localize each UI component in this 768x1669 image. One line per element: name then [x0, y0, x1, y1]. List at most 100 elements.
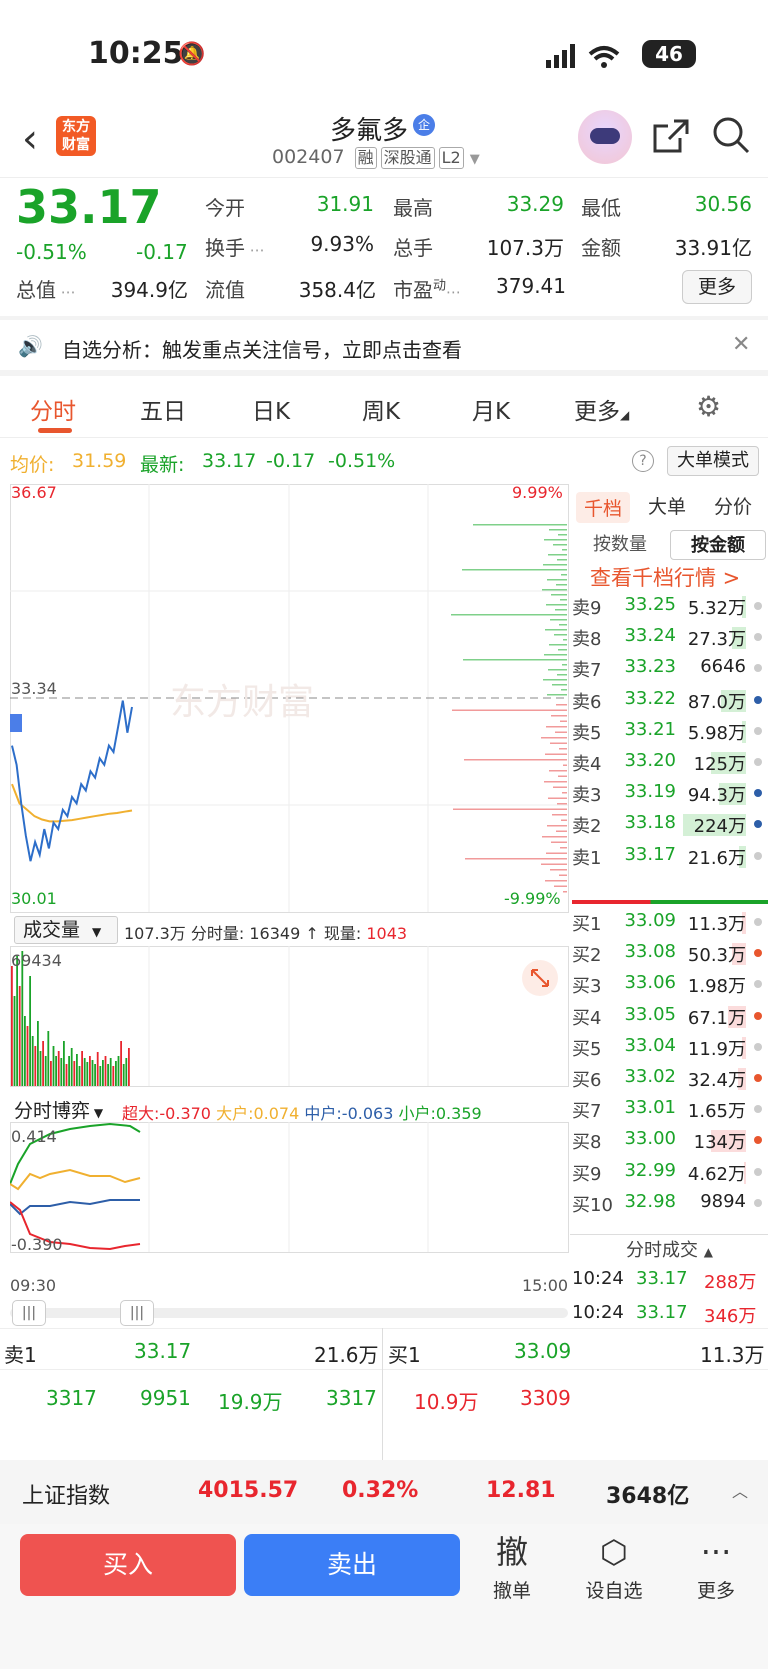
- volume-label: 总手: [393, 236, 433, 260]
- level-price: 33.23: [624, 656, 676, 678]
- pct-top-label: 9.99%: [512, 484, 563, 502]
- mktcap-label: 总值 ⋯: [16, 278, 76, 302]
- range-handle-left[interactable]: |||: [12, 1300, 46, 1326]
- price-line: [11, 700, 133, 862]
- range-track[interactable]: [10, 1308, 568, 1318]
- app-logo[interactable]: 东方 财富: [56, 116, 96, 156]
- notice-bar[interactable]: 🔊 自选分析：触发重点关注信号，立即点击查看 ✕: [0, 320, 768, 376]
- tab-intraday[interactable]: 分时: [30, 392, 76, 426]
- tab-more[interactable]: 更多◢: [574, 392, 629, 426]
- bid-row[interactable]: 买8 33.00 134万: [570, 1124, 768, 1157]
- settings-icon[interactable]: ⚙: [696, 390, 721, 423]
- volume-bar: [55, 1056, 57, 1086]
- level-volume: 134万: [693, 1132, 746, 1154]
- tab-thousand-level[interactable]: 千档: [576, 492, 631, 523]
- detail-value: 10.9万: [414, 1390, 479, 1414]
- volume-bar: [122, 1064, 125, 1086]
- index-name: 上证指数: [22, 1484, 111, 1509]
- bid-row[interactable]: 买6 33.02 32.4万: [570, 1062, 768, 1095]
- bid-row[interactable]: 买5 33.04 11.9万: [570, 1031, 768, 1064]
- stock-code-line[interactable]: 002407 融深股通 L2 ▼: [272, 146, 480, 169]
- ask-row[interactable]: 卖2 33.18 224万: [570, 808, 768, 841]
- tab-5day[interactable]: 五日: [140, 392, 186, 426]
- signal-marker[interactable]: [10, 714, 22, 732]
- bid-row[interactable]: 买10 32.98 9894: [570, 1187, 768, 1220]
- back-icon[interactable]: ‹: [22, 116, 38, 162]
- volume-bar: [34, 1046, 37, 1086]
- depth-bar: [548, 554, 567, 556]
- depth-bar: [556, 584, 567, 586]
- ask-row[interactable]: 卖6 33.22 87.0万: [570, 684, 768, 717]
- depth-bar: [547, 825, 567, 827]
- bid-row[interactable]: 买3 33.06 1.98万: [570, 968, 768, 1001]
- expand-up-icon[interactable]: ︿: [732, 1478, 748, 1502]
- depth-bar: [552, 684, 567, 686]
- ask-row[interactable]: 卖7 33.23 6646: [570, 652, 768, 685]
- index-ticker[interactable]: 上证指数 4015.57 0.32% 12.81 3648亿 ︿: [0, 1460, 768, 1524]
- trades-header[interactable]: 分时成交 ▲: [626, 1236, 713, 1262]
- buy-button[interactable]: 买入: [20, 1534, 236, 1596]
- dropdown-icon[interactable]: ▼: [470, 152, 480, 167]
- volume-bar: [115, 1061, 117, 1086]
- search-icon[interactable]: [712, 116, 750, 154]
- ask-row[interactable]: 卖9 33.25 5.32万: [570, 590, 768, 623]
- level-label: 卖4: [572, 754, 602, 775]
- depth-bar: [547, 694, 567, 696]
- bid-row[interactable]: 买7 33.01 1.65万: [570, 1093, 768, 1126]
- volume-selector[interactable]: 成交量 ▼: [14, 916, 118, 944]
- level-label: 买7: [572, 1101, 602, 1123]
- cancel-order-button[interactable]: 撤 撤单: [476, 1532, 548, 1603]
- share-icon[interactable]: [652, 118, 690, 154]
- level-dot: [754, 633, 762, 642]
- y-top-label: 36.67: [11, 484, 57, 502]
- more-actions-button[interactable]: ··· 更多: [680, 1532, 752, 1603]
- bid-row[interactable]: 买2 33.08 50.3万: [570, 937, 768, 970]
- level-volume: 32.4万: [687, 1070, 746, 1091]
- thousand-level-link[interactable]: 查看千档行情 >: [590, 562, 740, 592]
- help-icon[interactable]: ?: [632, 450, 654, 472]
- assistant-avatar[interactable]: [578, 110, 632, 164]
- depth-bar: [451, 614, 567, 616]
- range-handle-right[interactable]: |||: [120, 1300, 154, 1326]
- level-price: 33.20: [624, 750, 676, 771]
- bid-row[interactable]: 买1 33.09 11.3万: [570, 906, 768, 939]
- tab-weekly-k[interactable]: 周K: [362, 392, 400, 426]
- level-label: 卖3: [572, 785, 602, 807]
- close-icon[interactable]: ✕: [732, 332, 750, 357]
- ask-row[interactable]: 卖5 33.21 5.98万: [570, 715, 768, 748]
- level-volume: 21.6万: [687, 847, 746, 869]
- ask-row[interactable]: 卖1 33.17 21.6万: [570, 840, 768, 873]
- add-favorite-label: 设自选: [585, 1580, 643, 1602]
- ask-row[interactable]: 卖8 33.24 27.3万: [570, 621, 768, 654]
- bid-row[interactable]: 买4 33.05 67.1万: [570, 1000, 768, 1033]
- more-quote-button[interactable]: 更多: [682, 270, 752, 304]
- depth-bar: [559, 748, 567, 750]
- level-price: 33.08: [624, 941, 676, 963]
- flow-selector[interactable]: 分时博弈 ▼: [14, 1096, 103, 1123]
- level-volume: 27.3万: [687, 629, 746, 651]
- mode-by-amount[interactable]: 按金额: [670, 530, 766, 560]
- tab-big-order[interactable]: 大单: [648, 492, 686, 519]
- speaker-icon: 🔊: [18, 334, 43, 358]
- sell-button[interactable]: 卖出: [244, 1534, 460, 1596]
- depth-bar: [473, 524, 567, 526]
- mode-by-qty[interactable]: 按数量: [572, 530, 668, 560]
- ask-row[interactable]: 卖4 33.20 125万: [570, 746, 768, 779]
- ask-row[interactable]: 卖3 33.19 94.3万: [570, 777, 768, 810]
- tab-monthly-k[interactable]: 月K: [472, 392, 510, 426]
- level-dot: [754, 664, 762, 673]
- tab-daily-k[interactable]: 日K: [252, 392, 290, 426]
- ellipsis-icon: ···: [700, 1533, 732, 1571]
- add-favorite-button[interactable]: ⬡ 设自选: [578, 1532, 650, 1603]
- big-order-mode-button[interactable]: 大单模式: [667, 446, 759, 476]
- intraday-chart[interactable]: 东方财富 36.67 33.34 30.01 9.99% -9.99% 6943…: [10, 484, 570, 1274]
- tab-price-dist[interactable]: 分价: [714, 492, 752, 519]
- level-label: 买8: [572, 1132, 602, 1154]
- cancel-icon: 撤: [495, 1533, 528, 1571]
- volume-bar: [42, 1041, 44, 1086]
- depth-bar: [552, 814, 567, 816]
- l1-sell-label: 卖1: [4, 1343, 37, 1367]
- depth-bar: [549, 770, 567, 772]
- bid-row[interactable]: 买9 32.99 4.62万: [570, 1156, 768, 1189]
- depth-bar: [546, 852, 567, 854]
